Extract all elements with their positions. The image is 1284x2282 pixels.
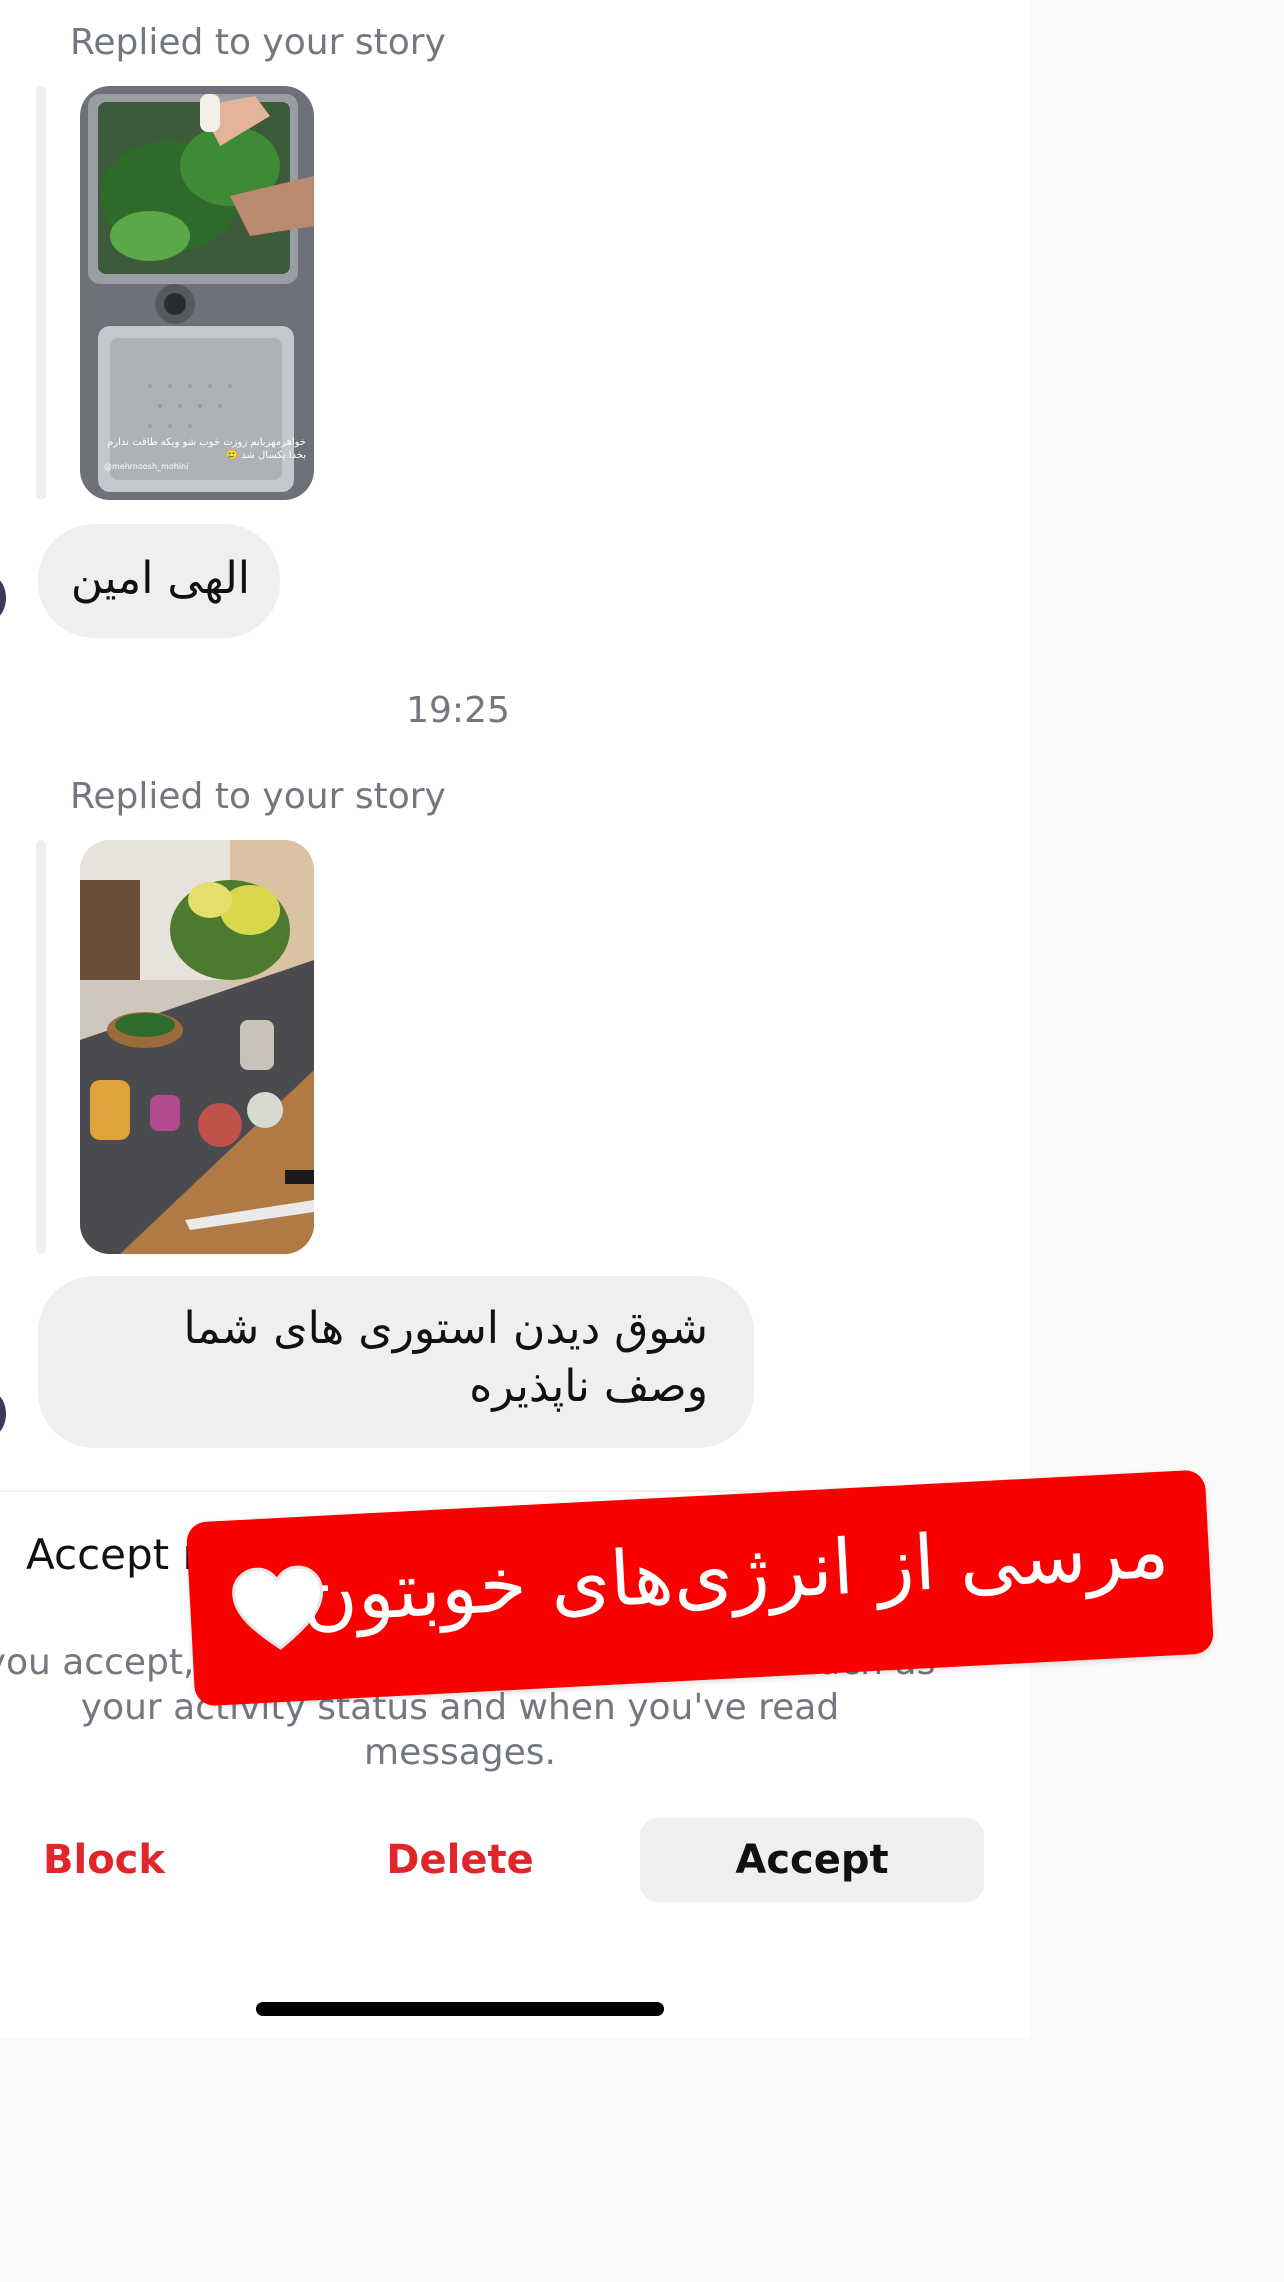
story-caption: خواهرمهربانم روزت خوب شو ویکه طاقت ندارم… <box>107 437 306 461</box>
message-timestamp: 19:25 <box>406 690 510 731</box>
sender-avatar[interactable] <box>0 578 6 618</box>
accept-button[interactable]: Accept <box>640 1818 984 1902</box>
story-image-kitchen-flowers <box>80 840 314 1254</box>
story-thumbnail[interactable] <box>80 840 314 1254</box>
message-bubble[interactable]: الهی امین <box>38 524 280 638</box>
story-handle: @mehrnoosh_mohini <box>104 462 189 471</box>
replied-to-story-label: Replied to your story <box>70 776 446 817</box>
replied-to-story-label: Replied to your story <box>70 22 446 63</box>
message-bubble[interactable]: شوق دیدن استوری های شما وصف ناپذیره <box>38 1276 754 1448</box>
reply-quote-bar <box>36 840 46 1254</box>
chat-screen: Replied to your story خواهرمهربانم روزت <box>0 0 1030 2038</box>
sticker-text: مرسی از انرژی‌های خوبتون <box>299 1505 1171 1640</box>
delete-button[interactable]: Delete <box>360 1818 560 1902</box>
story-thumbnail[interactable]: خواهرمهربانم روزت خوب شو ویکه طاقت ندارم… <box>80 86 314 500</box>
sender-avatar[interactable] <box>0 1394 6 1434</box>
home-indicator[interactable] <box>256 2002 664 2016</box>
block-button[interactable]: Block <box>24 1818 184 1902</box>
reply-quote-bar <box>36 86 46 500</box>
